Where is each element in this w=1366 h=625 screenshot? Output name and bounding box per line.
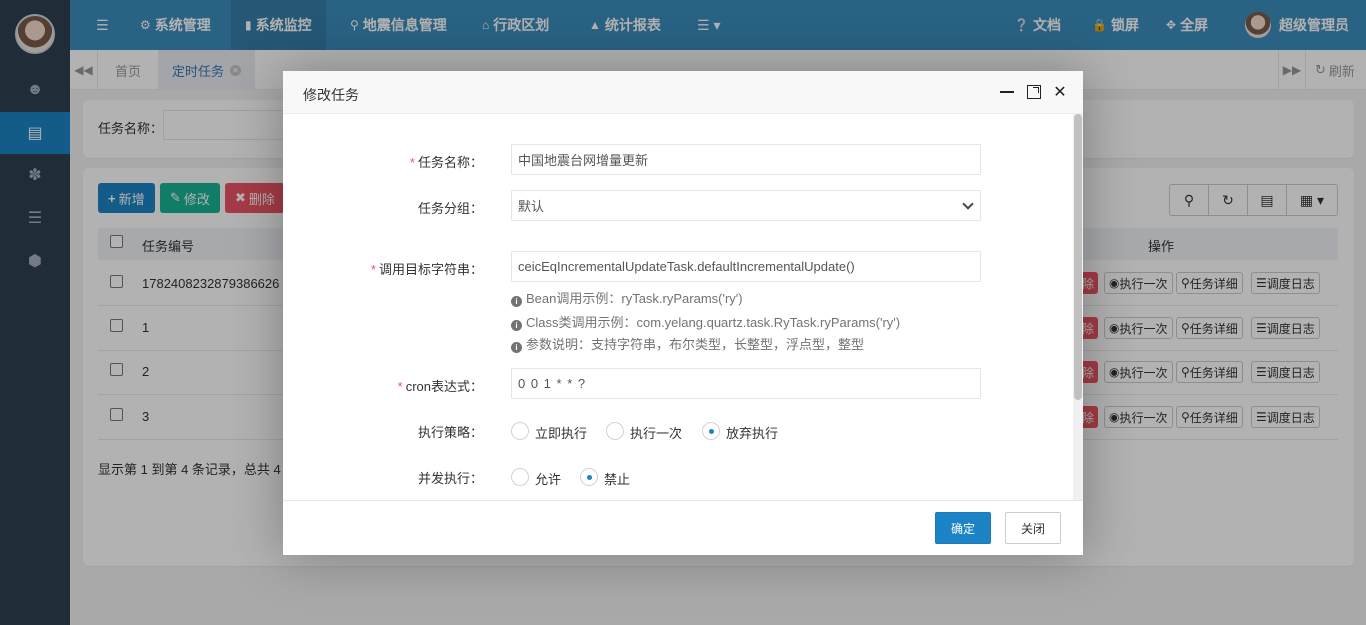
concurrent-radio-allow[interactable]: [511, 468, 529, 486]
edit-task-modal: 修改任务 ✕ * 任务名称： 中国地震台网增量更新 任务分组： 默认 * 调用目标字…: [283, 71, 1083, 555]
info-circle-icon: i: [511, 296, 522, 307]
chevron-down-icon: [962, 198, 974, 210]
confirm-button[interactable]: 确定: [935, 512, 991, 544]
job-name-label: * 任务名称：: [409, 155, 483, 170]
modal-scrollbar[interactable]: [1073, 114, 1083, 500]
info-circle-icon: i: [511, 342, 522, 353]
cron-label: * cron表达式：: [397, 379, 483, 394]
invoke-target-label: * 调用目标字符串：: [370, 262, 483, 277]
help-bean: i Bean调用示例：ryTask.ryParams('ry'): [511, 288, 743, 307]
info-circle-icon: i: [511, 320, 522, 331]
modal-header: 修改任务 ✕: [283, 71, 1083, 114]
help-params: i 参数说明：支持字符串，布尔类型，长整型，浮点型，整型: [511, 334, 864, 353]
concurrent-radio-forbid[interactable]: [580, 468, 598, 486]
concurrent-label: 并发执行：: [417, 471, 483, 486]
maximize-icon[interactable]: [1025, 83, 1043, 101]
concurrent-option-label: 允许: [535, 472, 562, 487]
job-group-select[interactable]: 默认: [511, 190, 981, 221]
minimize-icon[interactable]: [998, 83, 1016, 101]
misfire-option-label: 执行一次: [630, 426, 683, 441]
modal-footer: 确定 关闭: [283, 500, 1083, 555]
modal-title: 修改任务: [303, 87, 359, 103]
scrollbar-thumb[interactable]: [1074, 114, 1082, 400]
help-class: i Class类调用示例：com.yelang.quartz.task.RyTas…: [511, 312, 900, 331]
misfire-option-label: 放弃执行: [726, 426, 779, 441]
cron-input[interactable]: 0 0 1 * * ?: [511, 368, 981, 399]
misfire-radio-immediate[interactable]: [511, 422, 529, 440]
close-icon[interactable]: ✕: [1051, 83, 1069, 101]
job-group-label: 任务分组：: [417, 201, 483, 216]
misfire-option-label: 立即执行: [535, 426, 588, 441]
misfire-label: 执行策略：: [417, 425, 483, 440]
close-button[interactable]: 关闭: [1005, 512, 1061, 544]
job-name-input[interactable]: 中国地震台网增量更新: [511, 144, 981, 175]
concurrent-option-label: 禁止: [604, 472, 631, 487]
invoke-target-input[interactable]: ceicEqIncrementalUpdateTask.defaultIncre…: [511, 251, 981, 282]
misfire-radio-once[interactable]: [606, 422, 624, 440]
misfire-radio-abandon[interactable]: [702, 422, 720, 440]
